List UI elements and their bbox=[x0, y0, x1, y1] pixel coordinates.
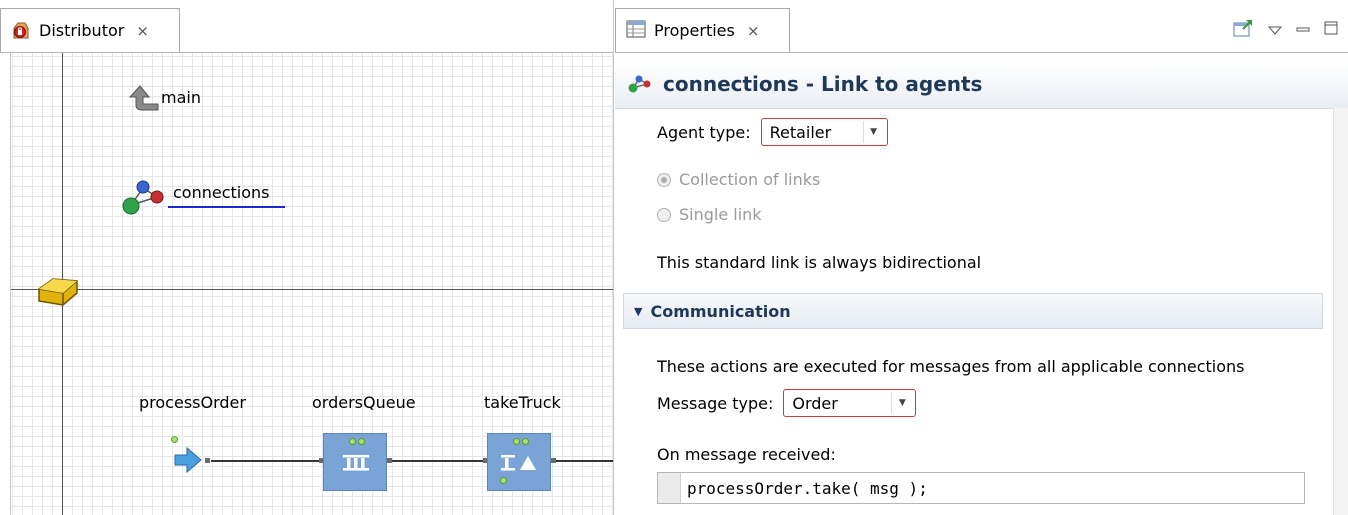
flow-connector[interactable] bbox=[556, 460, 613, 462]
port-dot bbox=[171, 436, 178, 443]
pin-view-icon[interactable] bbox=[1232, 18, 1254, 42]
port-dot bbox=[522, 438, 529, 445]
radio-button[interactable] bbox=[657, 207, 671, 222]
connections-selection-underline bbox=[168, 206, 285, 208]
message-type-row: Message type: Order ▼ bbox=[657, 389, 917, 417]
properties-body: Agent type: Retailer ▼ Collection of lin… bbox=[615, 108, 1335, 515]
maximize-icon[interactable] bbox=[1324, 21, 1338, 39]
on-message-code[interactable]: processOrder.take( msg ); bbox=[687, 479, 928, 498]
close-tab-icon[interactable]: ⨯ bbox=[136, 22, 149, 40]
port-dot bbox=[349, 438, 356, 445]
tab-label: Properties bbox=[654, 21, 735, 40]
diagram-canvas[interactable]: main connections processOrder ordersQueu… bbox=[10, 53, 613, 515]
seize-block-icon[interactable] bbox=[487, 433, 551, 491]
editor-tab-bar: Distributor ⨯ bbox=[0, 0, 613, 53]
expand-triangle-icon: ▼ bbox=[634, 304, 643, 318]
agent-type-label: Agent type: bbox=[657, 122, 751, 142]
properties-view: Properties ⨯ connections - Link to agent… bbox=[615, 0, 1348, 515]
block-label-take-truck: takeTruck bbox=[484, 393, 561, 412]
chevron-down-icon: ▼ bbox=[862, 121, 884, 143]
code-gutter bbox=[658, 473, 681, 503]
minimize-icon[interactable] bbox=[1296, 21, 1310, 39]
properties-title: connections - Link to agents bbox=[663, 72, 983, 96]
properties-tab-bar: Properties ⨯ bbox=[615, 0, 1348, 53]
radio-collection-of-links[interactable]: Collection of links bbox=[657, 170, 820, 189]
radio-label: Collection of links bbox=[679, 170, 821, 189]
properties-table-icon bbox=[626, 20, 646, 42]
agent-type-icon bbox=[11, 18, 31, 44]
section-title: Communication bbox=[650, 301, 791, 321]
block-label-orders-queue: ordersQueue bbox=[312, 393, 416, 412]
connections-icon[interactable] bbox=[121, 178, 169, 222]
out-port[interactable] bbox=[551, 458, 556, 463]
port-dot bbox=[513, 438, 520, 445]
tab-distributor[interactable]: Distributor ⨯ bbox=[0, 8, 180, 52]
queue-block-icon[interactable] bbox=[323, 433, 387, 491]
radio-single-link[interactable]: Single link bbox=[657, 205, 762, 224]
out-port[interactable] bbox=[205, 458, 210, 463]
agent-type-dropdown[interactable]: Retailer ▼ bbox=[760, 118, 888, 146]
port-dot bbox=[500, 477, 507, 484]
origin-marker-icon[interactable] bbox=[33, 271, 85, 315]
close-tab-icon[interactable]: ⨯ bbox=[747, 22, 760, 40]
port-dot bbox=[358, 438, 365, 445]
radio-label: Single link bbox=[679, 205, 762, 224]
message-type-label: Message type: bbox=[657, 393, 774, 413]
flow-connector[interactable] bbox=[211, 460, 321, 462]
on-message-code-editor[interactable]: processOrder.take( msg ); bbox=[657, 472, 1305, 504]
flow-connector[interactable] bbox=[392, 460, 487, 462]
enter-arrow-icon[interactable] bbox=[173, 446, 203, 478]
block-label-process-order: processOrder bbox=[139, 393, 246, 412]
horizontal-axis bbox=[11, 289, 613, 290]
chevron-down-icon: ▼ bbox=[891, 392, 912, 414]
out-port[interactable] bbox=[387, 458, 392, 463]
main-link-label[interactable]: main bbox=[161, 88, 201, 107]
radio-button[interactable] bbox=[657, 172, 671, 187]
properties-title-bar: connections - Link to agents bbox=[615, 60, 1348, 109]
bidirectional-note: This standard link is always bidirection… bbox=[657, 253, 982, 272]
section-communication-header[interactable]: ▼ Communication bbox=[623, 293, 1323, 329]
view-toolbar bbox=[1232, 18, 1338, 42]
agent-type-row: Agent type: Retailer ▼ bbox=[657, 118, 888, 146]
message-type-value: Order bbox=[792, 393, 838, 413]
up-arrow-icon[interactable] bbox=[128, 83, 162, 115]
message-type-dropdown[interactable]: Order ▼ bbox=[783, 389, 917, 417]
tab-label: Distributor bbox=[39, 21, 125, 40]
vertical-scrollbar[interactable] bbox=[1333, 108, 1348, 515]
tab-properties[interactable]: Properties ⨯ bbox=[615, 8, 790, 52]
view-menu-icon[interactable] bbox=[1267, 21, 1283, 39]
connections-label[interactable]: connections bbox=[173, 183, 270, 202]
link-to-agents-icon bbox=[627, 73, 653, 95]
agent-type-value: Retailer bbox=[769, 122, 832, 142]
on-message-label: On message received: bbox=[657, 445, 836, 464]
section-description: These actions are executed for messages … bbox=[657, 357, 1245, 376]
graphical-editor: Distributor ⨯ main connections processOr… bbox=[0, 0, 614, 515]
